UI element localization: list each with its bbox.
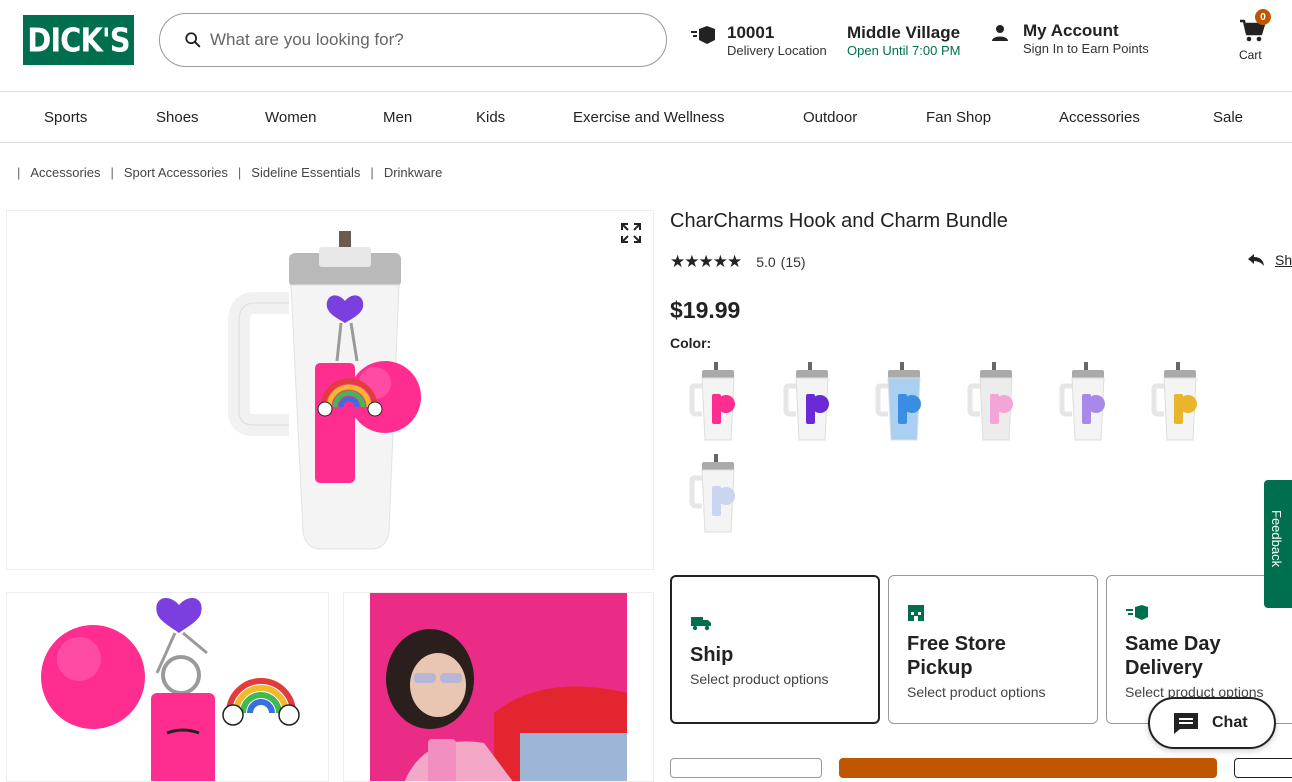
breadcrumb-sideline-essentials[interactable]: Sideline Essentials xyxy=(251,165,360,180)
fast-delivery-icon xyxy=(1126,605,1148,620)
share-button[interactable]: Sh xyxy=(1247,252,1292,268)
delivery-label: Delivery Location xyxy=(727,43,827,59)
store-pickup-sub: Select product options xyxy=(907,684,1046,700)
search-bar[interactable] xyxy=(159,13,667,67)
breadcrumb-separator: | xyxy=(237,165,242,180)
color-label: Color: xyxy=(670,335,712,351)
ship-option[interactable]: Ship Select product options xyxy=(670,575,880,724)
nav-sale[interactable]: Sale xyxy=(1213,109,1243,126)
nav-shoes[interactable]: Shoes xyxy=(156,109,199,126)
product-title: CharCharms Hook and Charm Bundle xyxy=(670,210,1008,232)
main-nav: Sports Shoes Women Men Kids Exercise and… xyxy=(0,93,1292,143)
nav-outdoor[interactable]: Outdoor xyxy=(803,109,857,126)
tumbler-swatch-image xyxy=(689,454,735,533)
account-icon xyxy=(992,25,1008,41)
cart-label: Cart xyxy=(1239,48,1262,62)
product-price: $19.99 xyxy=(670,297,741,323)
favorite-button[interactable] xyxy=(1234,758,1292,778)
rating-value: 5.0 xyxy=(756,254,776,270)
main-product-image[interactable] xyxy=(6,210,654,570)
color-swatch-blue-dots[interactable] xyxy=(874,360,954,444)
delivery-box-icon xyxy=(691,26,715,44)
feedback-label: Feedback xyxy=(1269,510,1284,568)
breadcrumb-drinkware[interactable]: Drinkware xyxy=(384,165,443,180)
nav-sports[interactable]: Sports xyxy=(44,109,87,126)
add-to-cart-button[interactable] xyxy=(839,758,1217,778)
share-arrow-icon xyxy=(1248,254,1264,266)
tumbler-with-charms-image xyxy=(228,231,421,550)
share-label: Sh xyxy=(1275,252,1292,268)
breadcrumb-separator: | xyxy=(17,165,21,180)
search-icon xyxy=(185,32,201,48)
nav-kids[interactable]: Kids xyxy=(476,109,505,126)
review-count[interactable]: (15) xyxy=(781,254,806,270)
nav-exercise-wellness[interactable]: Exercise and Wellness xyxy=(573,109,724,126)
expand-icon[interactable] xyxy=(621,223,641,243)
color-swatch-yellow-leopard[interactable] xyxy=(1150,360,1230,444)
chat-button[interactable]: Chat xyxy=(1148,697,1276,749)
delivery-location[interactable]: 10001 Delivery Location xyxy=(727,23,827,59)
search-input[interactable] xyxy=(210,30,630,50)
ship-sub: Select product options xyxy=(690,671,829,687)
tumbler-swatch-image xyxy=(783,362,829,441)
product-rating[interactable]: ★★★★★ 5.0 (15) xyxy=(670,252,806,272)
chat-icon xyxy=(1174,713,1198,734)
store-icon xyxy=(908,605,924,621)
color-swatch-pink-rainbow[interactable] xyxy=(688,360,768,444)
nav-accessories[interactable]: Accessories xyxy=(1059,109,1140,126)
charms-closeup-image xyxy=(41,598,300,781)
feedback-tab[interactable]: Feedback xyxy=(1264,480,1292,608)
color-swatch-white-clear[interactable] xyxy=(688,452,768,536)
store-selector[interactable]: Middle Village Open Until 7:00 PM xyxy=(847,23,960,59)
nav-fan-shop[interactable]: Fan Shop xyxy=(926,109,991,126)
store-pickup-option[interactable]: Free Store Pickup Select product options xyxy=(888,575,1098,724)
dicks-logo[interactable]: DICK'S xyxy=(23,15,134,65)
color-swatch-pink-pompom[interactable] xyxy=(966,360,1046,444)
same-day-title: Same Day Delivery xyxy=(1125,633,1221,679)
color-swatch-purple-lavender[interactable] xyxy=(1058,360,1138,444)
ship-title: Ship xyxy=(690,644,734,666)
tumbler-swatch-image xyxy=(967,362,1013,441)
quantity-selector[interactable] xyxy=(670,758,822,778)
product-image-charms[interactable] xyxy=(6,592,329,782)
color-swatch-purple-green[interactable] xyxy=(782,360,862,444)
cart-button[interactable]: Cart xyxy=(1236,18,1270,66)
truck-icon xyxy=(691,617,711,631)
breadcrumb-accessories[interactable]: Accessories xyxy=(30,165,100,180)
my-account[interactable]: My Account Sign In to Earn Points xyxy=(1023,21,1149,57)
breadcrumb: | Accessories | Sport Accessories | Side… xyxy=(17,165,452,180)
chat-label: Chat xyxy=(1212,714,1248,731)
tumbler-swatch-image xyxy=(689,362,735,441)
breadcrumb-sport-accessories[interactable]: Sport Accessories xyxy=(124,165,228,180)
tumbler-swatch-image xyxy=(1151,362,1197,441)
account-sub: Sign In to Earn Points xyxy=(1023,41,1149,57)
store-name: Middle Village xyxy=(847,23,961,42)
tumbler-swatch-image xyxy=(1059,362,1105,441)
breadcrumb-separator: | xyxy=(370,165,374,180)
store-pickup-title: Free Store Pickup xyxy=(907,633,1006,679)
cart-count-badge: 0 xyxy=(1255,9,1271,25)
tumbler-swatch-image xyxy=(875,362,921,441)
store-hours: Open Until 7:00 PM xyxy=(847,43,961,59)
breadcrumb-separator: | xyxy=(110,165,114,180)
nav-men[interactable]: Men xyxy=(383,109,412,126)
model-with-tumbler-image xyxy=(370,593,627,781)
nav-women[interactable]: Women xyxy=(265,109,316,126)
zip-code: 10001 xyxy=(727,23,775,42)
site-header: DICK'S 10001 Delivery Location Middle Vi… xyxy=(0,0,1292,92)
star-rating-icon: ★★★★★ xyxy=(670,252,742,271)
account-title: My Account xyxy=(1023,21,1119,40)
product-lifestyle-image[interactable] xyxy=(343,592,654,782)
